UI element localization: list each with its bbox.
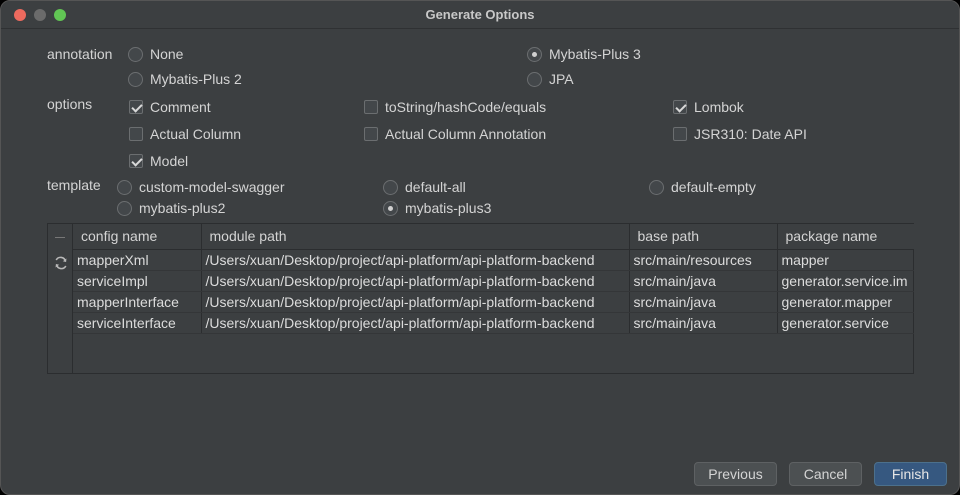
- option-checkbox-model[interactable]: Model: [129, 152, 188, 170]
- checkbox-indicator[interactable]: [673, 100, 687, 114]
- column-header[interactable]: base path: [629, 224, 778, 250]
- annotation-radio-none[interactable]: None: [128, 45, 183, 63]
- template-radio-default-empty[interactable]: default-empty: [649, 178, 756, 196]
- option-label: Actual Column: [150, 126, 242, 142]
- template-option-label: mybatis-plus2: [139, 200, 226, 216]
- checkbox-indicator[interactable]: [364, 127, 378, 141]
- cancel-button[interactable]: Cancel: [789, 462, 862, 486]
- radio-indicator[interactable]: [527, 46, 542, 62]
- table-cell[interactable]: src/main/java: [629, 291, 778, 313]
- option-label: Comment: [150, 99, 211, 115]
- refresh-icon[interactable]: [53, 255, 69, 271]
- table-cell[interactable]: serviceImpl: [73, 270, 202, 292]
- table-cell[interactable]: src/main/java: [629, 312, 778, 334]
- table-cell[interactable]: mapperInterface: [73, 291, 202, 313]
- table-cell[interactable]: /Users/xuan/Desktop/project/api-platform…: [201, 312, 630, 334]
- finish-button[interactable]: Finish: [874, 462, 947, 486]
- radio-indicator[interactable]: [527, 71, 542, 87]
- radio-indicator[interactable]: [117, 200, 132, 216]
- option-checkbox-tostring[interactable]: toString/hashCode/equals: [364, 98, 546, 116]
- table-cell[interactable]: generator.mapper: [777, 291, 914, 313]
- annotation-radio-jpa[interactable]: JPA: [527, 70, 574, 88]
- template-option-label: default-empty: [671, 179, 756, 195]
- radio-indicator[interactable]: [649, 179, 664, 195]
- template-option-label: default-all: [405, 179, 466, 195]
- radio-indicator[interactable]: [117, 179, 132, 195]
- table-cell[interactable]: src/main/resources: [629, 249, 778, 271]
- radio-indicator[interactable]: [128, 46, 143, 62]
- template-radio-custom-model-swagger[interactable]: custom-model-swagger: [117, 178, 285, 196]
- option-checkbox-lombok[interactable]: Lombok: [673, 98, 744, 116]
- template-radio-default-all[interactable]: default-all: [383, 178, 466, 196]
- option-label: Actual Column Annotation: [385, 126, 547, 142]
- checkbox-indicator[interactable]: [364, 100, 378, 114]
- table-cell[interactable]: generator.service: [777, 312, 914, 334]
- table-cell[interactable]: serviceInterface: [73, 312, 202, 334]
- annotation-option-label: JPA: [549, 71, 574, 87]
- template-option-label: mybatis-plus3: [405, 200, 492, 216]
- annotation-option-label: Mybatis-Plus 2: [150, 71, 242, 87]
- option-checkbox-actual-column-annotation[interactable]: Actual Column Annotation: [364, 125, 546, 143]
- column-header[interactable]: config name: [73, 224, 202, 250]
- annotation-label: annotation: [47, 46, 113, 62]
- previous-button[interactable]: Previous: [694, 462, 777, 486]
- option-label: Model: [150, 153, 189, 169]
- template-label: template: [47, 177, 101, 193]
- radio-indicator[interactable]: [383, 200, 398, 216]
- table-row[interactable]: serviceInterface /Users/xuan/Desktop/pro…: [73, 312, 914, 334]
- minimize-window-button[interactable]: [34, 9, 46, 21]
- radio-indicator[interactable]: [383, 179, 398, 195]
- option-label: toString/hashCode/equals: [385, 99, 547, 115]
- table-cell[interactable]: /Users/xuan/Desktop/project/api-platform…: [201, 270, 630, 292]
- table-header-row: config name module path base path packag…: [73, 224, 914, 250]
- title-bar: Generate Options: [1, 1, 959, 29]
- config-grid: config name module path base path packag…: [73, 224, 914, 334]
- table-cell[interactable]: src/main/java: [629, 270, 778, 292]
- maximize-window-button[interactable]: [54, 9, 66, 21]
- option-label: Lombok: [694, 99, 744, 115]
- generate-options-dialog: Generate Options annotation None Mybatis…: [0, 0, 960, 495]
- option-checkbox-actual-column[interactable]: Actual Column: [129, 125, 241, 143]
- table-cell[interactable]: mapperXml: [73, 249, 202, 271]
- option-label: JSR310: Date API: [694, 126, 807, 142]
- table-cell[interactable]: generator.service.im: [777, 270, 914, 292]
- annotation-option-label: None: [150, 46, 184, 62]
- template-option-label: custom-model-swagger: [139, 179, 285, 195]
- remove-row-icon[interactable]: [55, 237, 65, 238]
- checkbox-indicator[interactable]: [673, 127, 687, 141]
- checkbox-indicator[interactable]: [129, 127, 143, 141]
- options-label: options: [47, 96, 93, 112]
- annotation-option-label: Mybatis-Plus 3: [549, 46, 641, 62]
- template-radio-mybatis-plus2[interactable]: mybatis-plus2: [117, 199, 225, 217]
- checkbox-indicator[interactable]: [129, 100, 143, 114]
- close-window-button[interactable]: [14, 9, 26, 21]
- column-header[interactable]: module path: [201, 224, 630, 250]
- checkbox-indicator[interactable]: [129, 154, 143, 168]
- radio-indicator[interactable]: [128, 71, 143, 87]
- table-toolbar: [48, 224, 73, 373]
- dialog-title: Generate Options: [425, 7, 535, 22]
- table-row[interactable]: mapperInterface /Users/xuan/Desktop/proj…: [73, 291, 914, 313]
- table-cell[interactable]: /Users/xuan/Desktop/project/api-platform…: [201, 249, 630, 271]
- table-cell[interactable]: mapper: [777, 249, 914, 271]
- option-checkbox-jsr310[interactable]: JSR310: Date API: [673, 125, 807, 143]
- annotation-radio-mybatis-plus-3[interactable]: Mybatis-Plus 3: [527, 45, 641, 63]
- option-checkbox-comment[interactable]: Comment: [129, 98, 211, 116]
- table-row[interactable]: serviceImpl /Users/xuan/Desktop/project/…: [73, 270, 914, 292]
- table-cell[interactable]: /Users/xuan/Desktop/project/api-platform…: [201, 291, 630, 313]
- template-radio-mybatis-plus3[interactable]: mybatis-plus3: [383, 199, 491, 217]
- column-header[interactable]: package name: [777, 224, 914, 250]
- annotation-radio-mybatis-plus-2[interactable]: Mybatis-Plus 2: [128, 70, 242, 88]
- table-row[interactable]: mapperXml /Users/xuan/Desktop/project/ap…: [73, 249, 914, 271]
- config-table: config name module path base path packag…: [47, 223, 914, 374]
